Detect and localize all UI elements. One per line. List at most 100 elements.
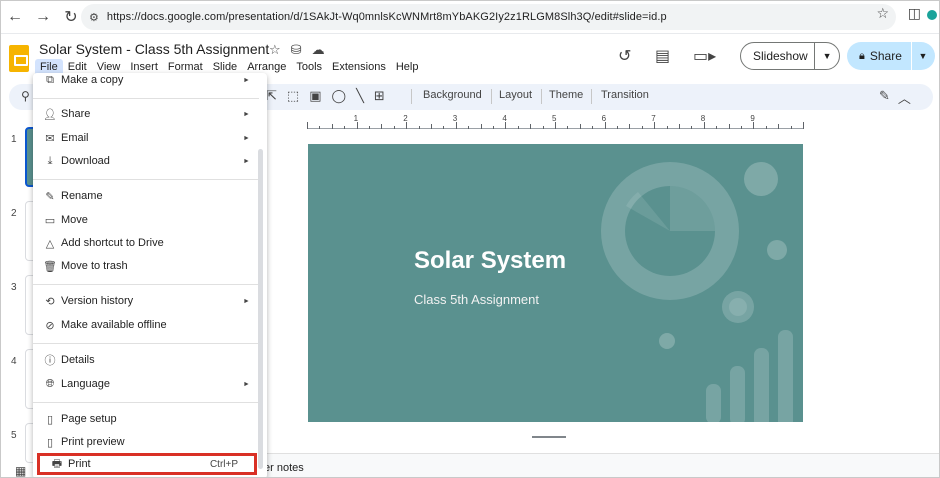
collapse-toolbar-icon[interactable]: ︿	[898, 88, 911, 107]
ruler-tick	[641, 126, 643, 129]
slide-subtitle[interactable]: Class 5th Assignment	[414, 292, 539, 307]
address-bar[interactable]: ⚙ https://docs.google.com/presentation/d…	[81, 4, 896, 30]
new-comment-icon[interactable]: ⊞	[374, 88, 385, 104]
printer-icon: 🖶	[51, 457, 63, 470]
speaker-notes-area[interactable]	[256, 453, 939, 477]
file-menu-item-email[interactable]: ✉ Email ►	[33, 127, 259, 149]
pencil-icon: ✎	[45, 190, 55, 203]
ruler-tick	[629, 124, 631, 129]
menu-scrollbar[interactable]	[258, 149, 263, 469]
menu-item-label: Print preview	[61, 436, 125, 448]
file-menu-item-add-shortcut-to-drive[interactable]: △ Add shortcut to Drive	[33, 232, 259, 254]
profile-avatar[interactable]	[927, 10, 937, 20]
transition-button[interactable]: Transition	[601, 89, 649, 101]
menu-item-label: Rename	[61, 190, 103, 202]
ruler-tick	[716, 126, 718, 129]
slide-number: 4	[11, 356, 17, 367]
file-menu-item-move[interactable]: ▭ Move	[33, 209, 259, 231]
file-menu-item-rename[interactable]: ✎ Rename	[33, 185, 259, 207]
line-icon[interactable]: ╲	[356, 88, 364, 104]
textbox-icon[interactable]: ⬚	[287, 88, 299, 104]
submenu-arrow-icon: ►	[243, 157, 250, 165]
select-icon[interactable]: ⇱	[266, 88, 277, 104]
meet-camera-icon[interactable]: ▭▸	[693, 46, 716, 66]
document-title[interactable]: Solar System - Class 5th Assignment	[39, 41, 269, 57]
sidebar-icon[interactable]: ◫	[908, 5, 921, 22]
ruler-tick	[307, 122, 308, 129]
bookmark-star-icon[interactable]: ☆	[876, 5, 889, 22]
slide-number: 5	[11, 430, 17, 441]
ruler-label: 7	[651, 114, 656, 123]
submenu-arrow-icon: ►	[243, 380, 250, 388]
file-menu-item-language[interactable]: 🌐︎ Language ►	[33, 373, 259, 395]
globe-icon: 🌐︎	[45, 377, 55, 390]
cloud-status-icon[interactable]: ☁	[312, 42, 325, 58]
ruler-tick	[455, 122, 457, 129]
file-menu-item-page-setup[interactable]: ▯ Page setup	[33, 408, 259, 430]
pen-icon[interactable]: ✎	[879, 88, 890, 107]
slides-logo[interactable]	[9, 45, 29, 72]
print-preview-icon: ▯	[46, 436, 54, 449]
ruler-label: 3	[452, 114, 458, 123]
ruler-label: 6	[601, 114, 607, 123]
info-icon: ⓘ	[44, 355, 56, 367]
grid-view-icon[interactable]: ▦	[15, 464, 26, 477]
submenu-arrow-icon: ►	[243, 134, 250, 142]
menu-tools[interactable]: Tools	[291, 59, 327, 77]
shape-icon[interactable]: ◯	[332, 88, 347, 104]
ruler-label: 8	[700, 114, 706, 123]
file-menu-dropdown: ⧉ Make a copy ► 👤︎ Share ► ✉ Email ► ⤓ Download ► ✎ R…	[33, 73, 267, 477]
chevron-down-icon[interactable]: ▼	[815, 51, 839, 61]
image-icon[interactable]: ▣	[309, 88, 321, 104]
search-menus-icon[interactable]: ⚲	[21, 89, 30, 103]
lock-icon: 🔒︎	[859, 49, 865, 62]
version-history-icon[interactable]: ↺	[618, 46, 631, 66]
file-menu-item-details[interactable]: ⓘ Details	[33, 349, 259, 371]
menu-separator	[33, 179, 259, 180]
notes-resize-handle[interactable]	[532, 436, 566, 438]
ruler-tick	[778, 124, 780, 129]
title-actions: ☆ ⛁ ☁	[269, 42, 325, 58]
menu-item-label: Move to trash	[61, 260, 128, 272]
back-icon[interactable]: ←	[1, 3, 29, 31]
forward-icon[interactable]: →	[29, 3, 57, 31]
slideshow-button[interactable]: Slideshow ▼	[740, 42, 840, 70]
background-button[interactable]: Background	[423, 89, 482, 101]
file-menu-item-version-history[interactable]: ⟲ Version history ►	[33, 290, 259, 312]
menu-item-label: Make a copy	[61, 74, 124, 86]
slide-number: 3	[11, 282, 17, 293]
slide-canvas[interactable]: Solar System Class 5th Assignment	[308, 144, 803, 422]
file-menu-item-print-preview[interactable]: ▯ Print preview	[33, 431, 259, 453]
comments-icon[interactable]: ▤	[655, 46, 670, 66]
ruler-tick	[567, 126, 569, 129]
ruler-tick	[418, 126, 420, 129]
menu-help[interactable]: Help	[391, 59, 424, 77]
ruler-tick	[555, 122, 556, 129]
slide-title[interactable]: Solar System	[414, 247, 566, 275]
layout-button[interactable]: Layout	[499, 89, 532, 101]
browser-toolbar: ← → ↻ ⚙ https://docs.google.com/presenta…	[1, 1, 939, 34]
file-menu-item-move-to-trash[interactable]: 🗑︎ Move to trash	[33, 255, 259, 277]
menu-extensions[interactable]: Extensions	[327, 59, 391, 77]
ruler-tick	[319, 126, 321, 129]
ruler-tick	[431, 124, 432, 129]
trash-icon: 🗑︎	[43, 260, 57, 273]
file-menu-item-print[interactable]: 🖶 Print Ctrl+P	[37, 453, 257, 475]
copy-icon: ⧉	[46, 73, 54, 86]
menu-item-label: Share	[61, 108, 91, 120]
file-menu-item-share[interactable]: 👤︎ Share ►	[33, 103, 259, 125]
speaker-notes-placeholder[interactable]: er notes	[264, 462, 304, 474]
star-icon[interactable]: ☆	[269, 42, 281, 58]
email-icon: ✉	[45, 132, 55, 145]
move-folder-icon[interactable]: ⛁	[291, 42, 302, 58]
site-settings-icon[interactable]: ⚙	[89, 11, 99, 24]
chevron-down-icon[interactable]: ▼	[912, 51, 934, 61]
horizontal-ruler: 1 2 3 4 5 6 7 8 9	[307, 114, 804, 129]
theme-button[interactable]: Theme	[549, 89, 583, 101]
menu-item-label: Email	[61, 132, 89, 144]
file-menu-item-download[interactable]: ⤓ Download ►	[33, 150, 259, 172]
share-button[interactable]: 🔒︎ Share ▼	[847, 42, 935, 70]
file-menu-item-make-available-offline[interactable]: ⊘ Make available offline	[33, 314, 259, 336]
ruler-tick	[666, 126, 668, 129]
file-menu-item-make-a-copy[interactable]: ⧉ Make a copy ►	[33, 73, 259, 91]
